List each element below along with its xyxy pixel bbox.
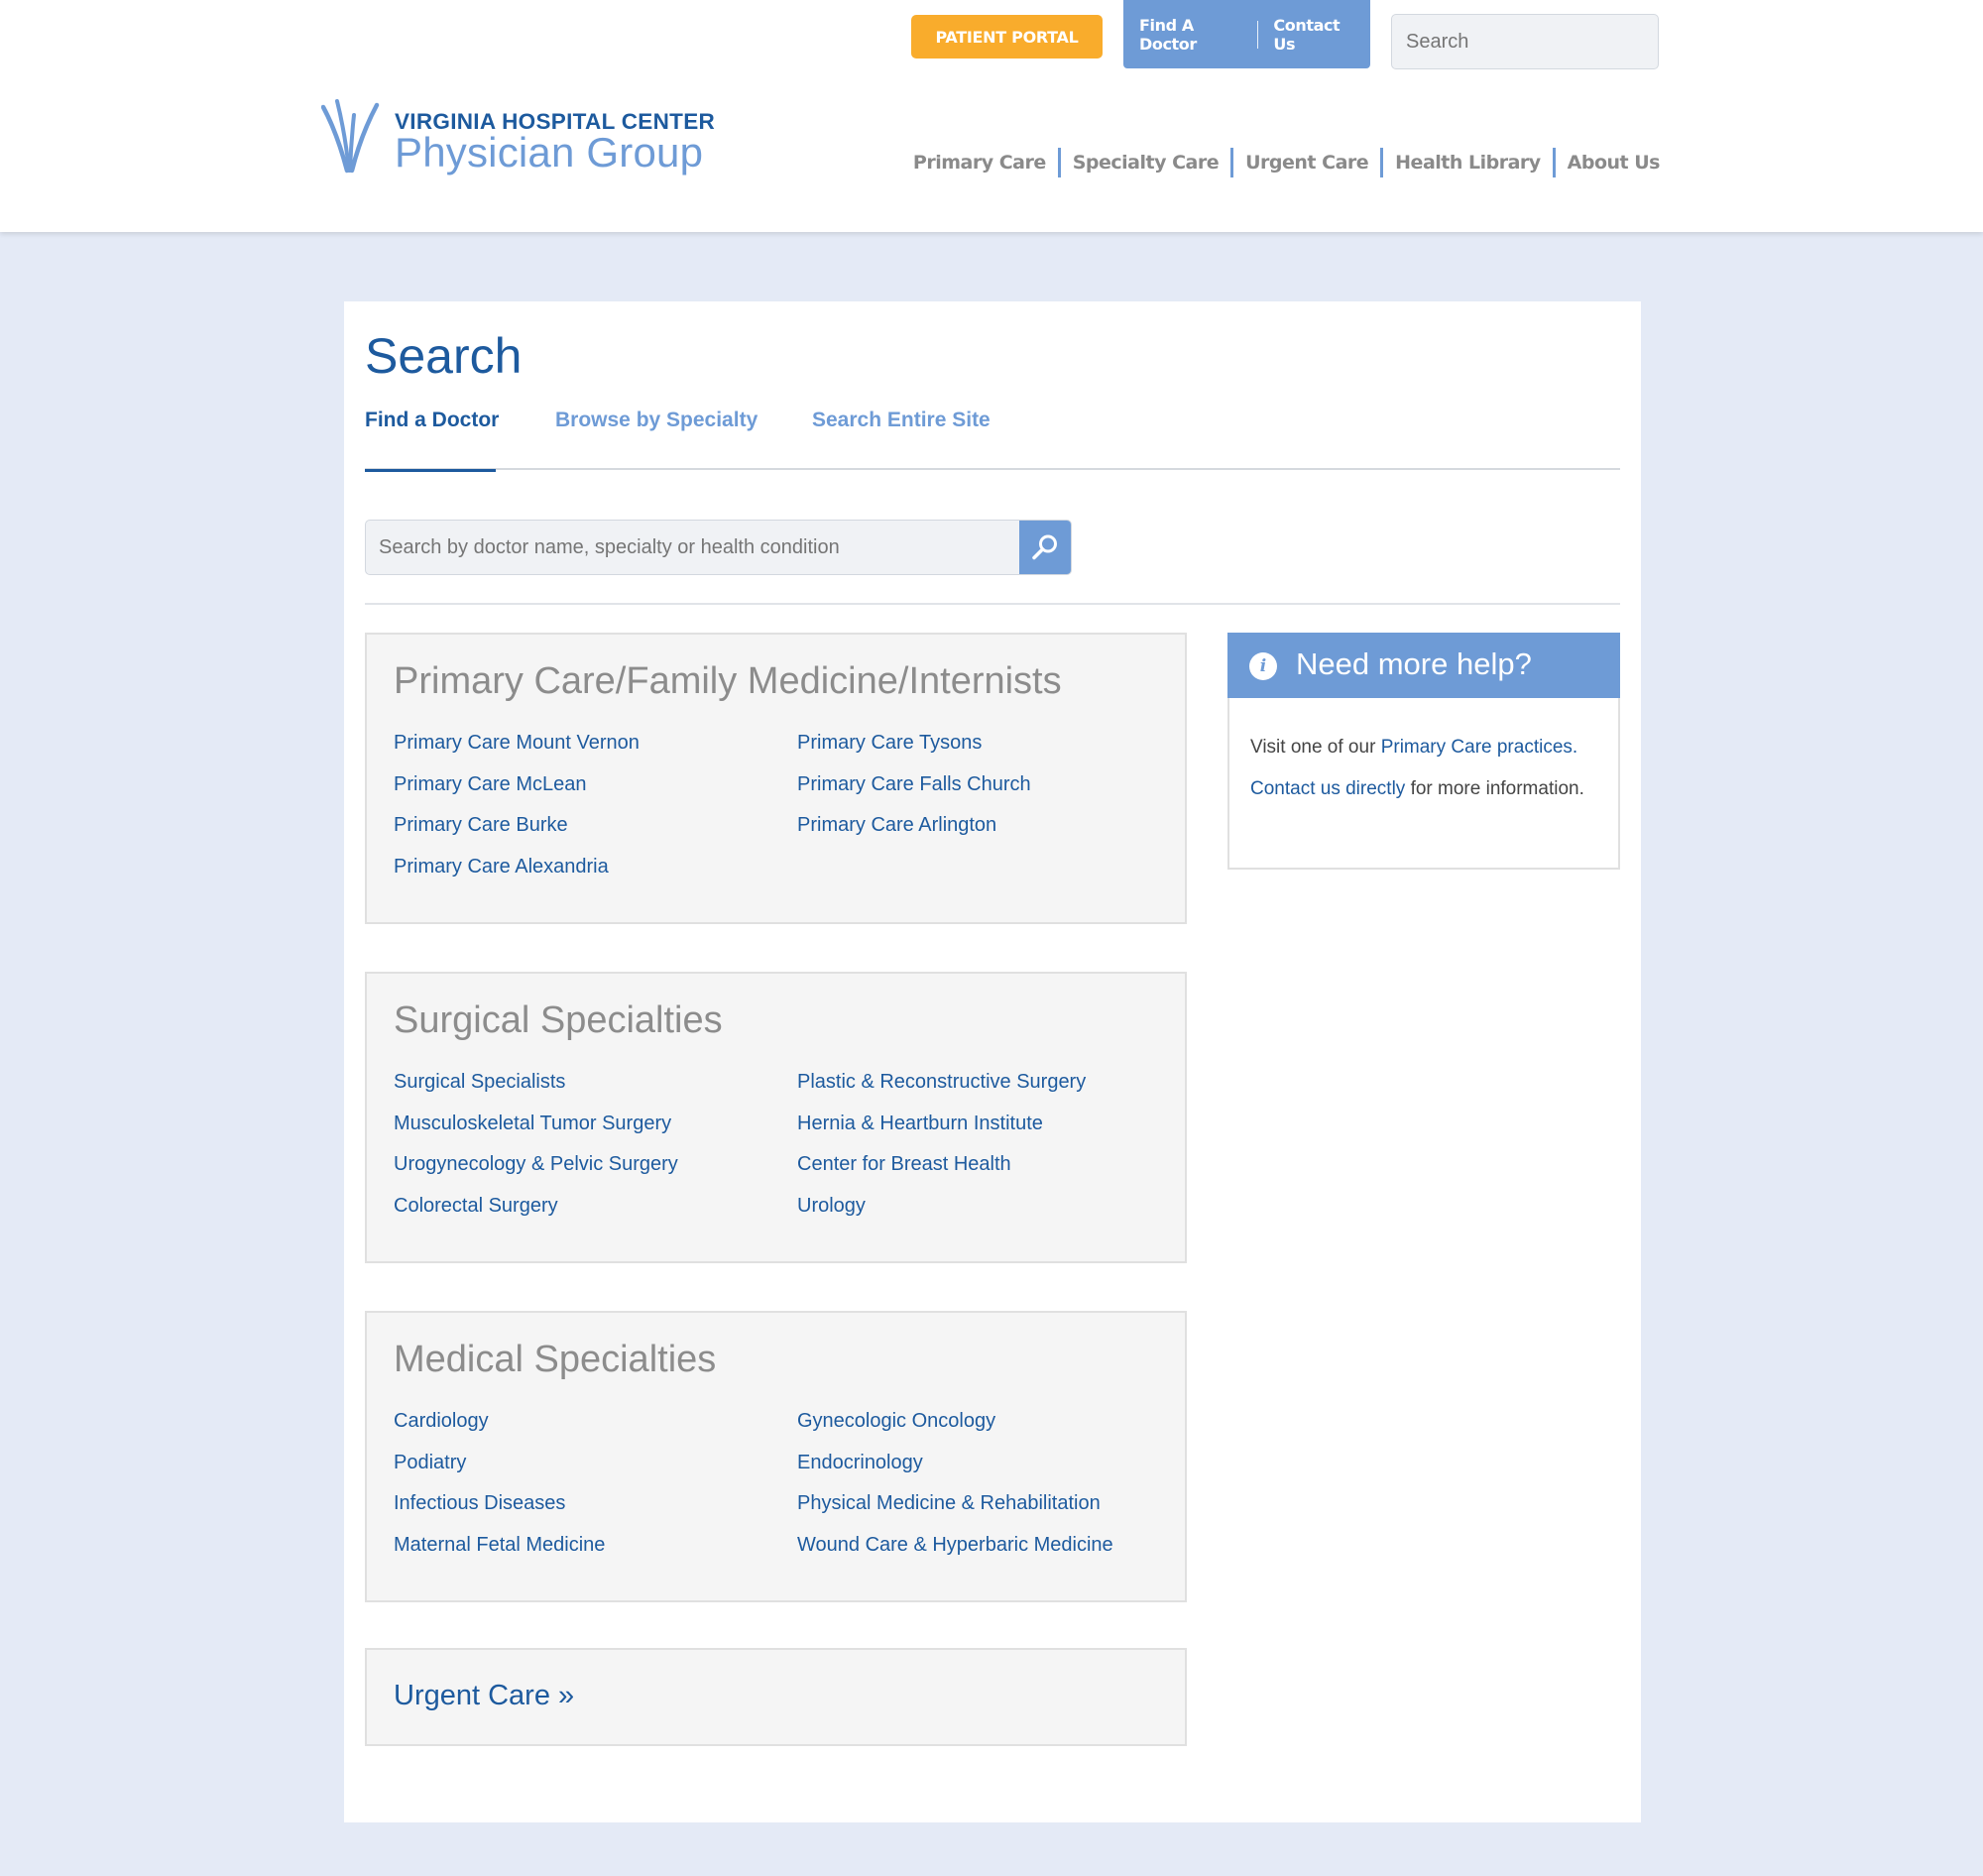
main-navigation: Primary Care Specialty Care Urgent Care … [901,148,1661,177]
help-box: i Need more help? Visit one of our Prima… [1227,633,1620,870]
help-line-1: Visit one of our Primary Care practices. [1250,734,1607,762]
logo-mark-icon [321,99,380,174]
specialty-link[interactable]: Podiatry [394,1452,605,1493]
practice-link[interactable]: Primary Care Alexandria [394,856,640,897]
search-icon [1032,534,1057,560]
help-title: Need more help? [1296,646,1532,681]
contact-us-link[interactable]: Contact Us [1257,16,1370,54]
help-text: for more information. [1405,778,1584,799]
site-logo[interactable]: VIRGINIA HOSPITAL CENTER Physician Group [321,99,715,178]
specialty-link[interactable]: Physical Medicine & Rehabilitation [797,1492,1113,1534]
practice-link[interactable]: Primary Care Tysons [797,732,1031,773]
panel-title: Surgical Specialties [394,999,723,1041]
nav-about-us[interactable]: About Us [1556,152,1661,174]
specialty-link[interactable]: Plastic & Reconstructive Surgery [797,1071,1086,1113]
specialty-link[interactable]: Surgical Specialists [394,1071,678,1113]
site-search-input[interactable] [1392,15,1658,68]
practice-link[interactable]: Primary Care Mount Vernon [394,732,640,773]
practice-link[interactable]: Primary Care McLean [394,773,640,815]
link-column-right: Primary Care Tysons Primary Care Falls C… [797,732,1031,856]
utility-links: Find A Doctor Contact Us [1123,0,1370,68]
nav-urgent-care[interactable]: Urgent Care [1233,152,1380,174]
find-a-doctor-link[interactable]: Find A Doctor [1123,16,1257,54]
utility-separator [1256,20,1258,49]
specialty-link[interactable]: Urogynecology & Pelvic Surgery [394,1153,678,1195]
practice-link[interactable]: Primary Care Burke [394,814,640,856]
help-line-2: Contact us directly for more information… [1250,775,1607,803]
surgical-specialties-panel: Surgical Specialties Surgical Specialist… [365,972,1187,1263]
specialty-link[interactable]: Endocrinology [797,1452,1113,1493]
page-title: Search [365,328,523,384]
primary-care-panel: Primary Care/Family Medicine/Internists … [365,633,1187,924]
help-body: Visit one of our Primary Care practices.… [1250,734,1607,817]
specialty-link[interactable]: Infectious Diseases [394,1492,605,1534]
nav-primary-care[interactable]: Primary Care [901,152,1058,174]
logo-subtitle: Physician Group [395,129,704,176]
doctor-search-input[interactable] [366,521,1019,574]
panel-title: Primary Care/Family Medicine/Internists [394,660,1062,702]
help-header: i Need more help? [1227,633,1620,698]
help-text: Visit one of our [1250,737,1381,758]
link-column-left: Primary Care Mount Vernon Primary Care M… [394,732,640,897]
patient-portal-button[interactable]: PATIENT PORTAL [911,15,1103,59]
main-content-card: Search Find a Doctor Browse by Specialty… [344,301,1641,1822]
tab-search-entire-site[interactable]: Search Entire Site [812,409,991,470]
specialty-link[interactable]: Hernia & Heartburn Institute [797,1113,1086,1154]
specialty-link[interactable]: Urology [797,1195,1086,1236]
section-divider [365,603,1620,605]
specialty-link[interactable]: Cardiology [394,1410,605,1452]
specialty-link[interactable]: Musculoskeletal Tumor Surgery [394,1113,678,1154]
panel-title: Medical Specialties [394,1339,717,1380]
active-tab-indicator [365,469,496,472]
contact-us-directly-link[interactable]: Contact us directly [1250,778,1405,799]
info-icon: i [1249,652,1277,680]
urgent-care-panel: Urgent Care » [365,1648,1187,1746]
specialty-link[interactable]: Colorectal Surgery [394,1195,678,1236]
specialty-link[interactable]: Wound Care & Hyperbaric Medicine [797,1534,1113,1576]
specialty-link[interactable]: Center for Breast Health [797,1153,1086,1195]
practice-link[interactable]: Primary Care Arlington [797,814,1031,856]
link-column-left: Surgical Specialists Musculoskeletal Tum… [394,1071,678,1236]
nav-health-library[interactable]: Health Library [1383,152,1553,174]
specialty-link[interactable]: Gynecologic Oncology [797,1410,1113,1452]
specialty-link[interactable]: Maternal Fetal Medicine [394,1534,605,1576]
tab-find-a-doctor[interactable]: Find a Doctor [365,409,500,472]
site-header: PATIENT PORTAL Find A Doctor Contact Us … [0,0,1983,232]
practice-link[interactable]: Primary Care Falls Church [797,773,1031,815]
doctor-search-button[interactable] [1019,521,1071,574]
tab-browse-by-specialty[interactable]: Browse by Specialty [555,409,758,470]
primary-care-practices-link[interactable]: Primary Care practices. [1381,737,1578,758]
doctor-search [365,520,1072,575]
medical-specialties-panel: Medical Specialties Cardiology Podiatry … [365,1311,1187,1602]
tab-label: Find a Doctor [365,409,500,431]
site-search [1391,14,1659,69]
tab-label: Search Entire Site [812,409,991,431]
link-column-left: Cardiology Podiatry Infectious Diseases … [394,1410,605,1576]
link-column-right: Plastic & Reconstructive Surgery Hernia … [797,1071,1086,1236]
link-column-right: Gynecologic Oncology Endocrinology Physi… [797,1410,1113,1576]
tab-label: Browse by Specialty [555,409,758,431]
search-tabs: Find a Doctor Browse by Specialty Search… [365,409,1620,472]
urgent-care-link[interactable]: Urgent Care » [394,1680,574,1712]
nav-specialty-care[interactable]: Specialty Care [1061,152,1230,174]
